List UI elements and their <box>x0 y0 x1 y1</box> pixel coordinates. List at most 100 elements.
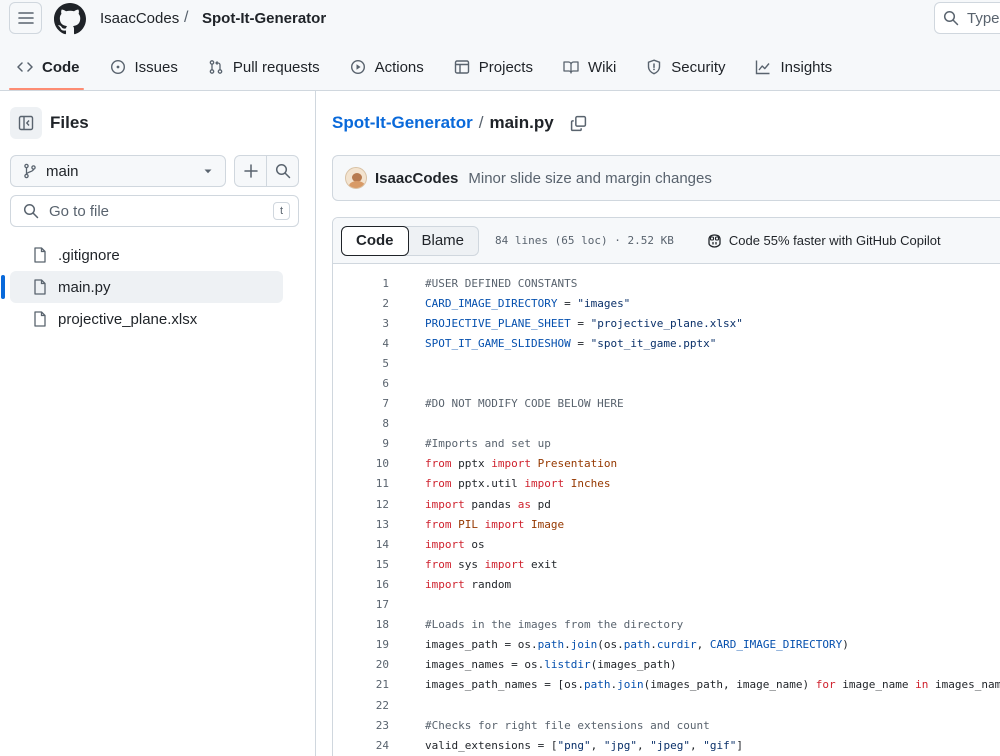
code-line[interactable]: 16 import random <box>333 574 1000 594</box>
github-logo-icon[interactable] <box>54 3 86 35</box>
go-to-file-input[interactable]: Go to file t <box>10 195 299 227</box>
code-line[interactable]: 3 PROJECTIVE_PLANE_SHEET = "projective_pl… <box>333 313 1000 333</box>
collapse-file-tree-button[interactable] <box>10 107 42 139</box>
menu-button[interactable] <box>9 2 42 34</box>
tab-label: Wiki <box>587 58 617 76</box>
code-line[interactable]: 7 #DO NOT MODIFY CODE BELOW HERE <box>333 394 1000 414</box>
code-token: "gif" <box>703 738 737 752</box>
code-line[interactable]: 17 <box>333 595 1000 615</box>
avatar[interactable] <box>345 167 367 189</box>
code-view-button[interactable]: Code <box>341 225 409 256</box>
file-tree-item-main-py[interactable]: main.py <box>1 271 283 303</box>
line-number[interactable]: 13 <box>333 518 389 531</box>
tab-pull-requests[interactable]: Pull requests <box>191 48 333 86</box>
code-line[interactable]: 12 import pandas as pd <box>333 494 1000 514</box>
code-line[interactable]: 1 #USER DEFINED CONSTANTS <box>333 273 1000 293</box>
path-separator: / <box>478 113 484 132</box>
line-number[interactable]: 16 <box>333 578 389 591</box>
line-number[interactable]: 7 <box>333 397 389 410</box>
line-number[interactable]: 11 <box>333 477 389 490</box>
code-token: , <box>689 738 704 752</box>
table-icon <box>454 60 469 74</box>
code-token: . <box>564 638 571 652</box>
line-number[interactable]: 15 <box>333 558 389 571</box>
line-number[interactable]: 6 <box>333 377 389 390</box>
tab-projects[interactable]: Projects <box>437 48 546 86</box>
line-number[interactable]: 5 <box>333 357 389 370</box>
view-mode-toggle: Code Blame <box>341 225 480 256</box>
line-number[interactable]: 23 <box>333 719 389 732</box>
line-content: import os <box>389 538 485 551</box>
code-token: pd <box>530 497 551 511</box>
code-token: "jpg" <box>603 738 637 752</box>
keyboard-shortcut-hint: t <box>273 202 290 220</box>
code-line[interactable]: 9 #Imports and set up <box>333 434 1000 454</box>
line-number[interactable]: 22 <box>333 699 389 712</box>
line-content: CARD_IMAGE_DIRECTORY = "images" <box>389 297 630 310</box>
add-file-button[interactable] <box>235 156 266 186</box>
tab-code[interactable]: Code <box>0 48 93 90</box>
code-line[interactable]: 22 <box>333 695 1000 715</box>
line-number[interactable]: 8 <box>333 417 389 430</box>
line-number[interactable]: 1 <box>333 277 389 290</box>
line-number[interactable]: 18 <box>333 618 389 631</box>
code-line[interactable]: 13 from PIL import Image <box>333 514 1000 534</box>
line-number[interactable]: 12 <box>333 498 389 511</box>
breadcrumb-owner[interactable]: IsaacCodes <box>100 10 179 27</box>
plus-icon <box>243 164 258 178</box>
tab-wiki[interactable]: Wiki <box>546 48 629 86</box>
blame-view-button[interactable]: Blame <box>408 227 479 255</box>
search-input[interactable]: Type <box>934 2 1000 34</box>
code-line[interactable]: 10 from pptx import Presentation <box>333 454 1000 474</box>
file-size-info: 84 lines (65 loc) · 2.52 KB <box>495 234 674 247</box>
branch-selector[interactable]: main <box>10 155 226 187</box>
code-line[interactable]: 6 <box>333 373 1000 393</box>
line-number[interactable]: 21 <box>333 678 389 691</box>
copy-path-button[interactable] <box>570 115 587 132</box>
code-token: = <box>570 336 591 350</box>
code-line[interactable]: 24 valid_extensions = ["png", "jpg", "jpe… <box>333 735 1000 755</box>
code-line[interactable]: 8 <box>333 414 1000 434</box>
line-content: images_names = os.listdir(images_path) <box>389 658 677 671</box>
code-token: "jpeg" <box>650 738 690 752</box>
code-line[interactable]: 15 from sys import exit <box>333 554 1000 574</box>
tab-security[interactable]: Security <box>629 48 738 86</box>
line-number[interactable]: 3 <box>333 317 389 330</box>
code-line[interactable]: 2 CARD_IMAGE_DIRECTORY = "images" <box>333 293 1000 313</box>
line-number[interactable]: 14 <box>333 538 389 551</box>
path-repo-link[interactable]: Spot-It-Generator <box>332 113 473 133</box>
code-line[interactable]: 19 images_path = os.path.join(os.path.cur… <box>333 635 1000 655</box>
code-line[interactable]: 21 images_path_names = [os.path.join(imag… <box>333 675 1000 695</box>
line-number[interactable]: 19 <box>333 638 389 651</box>
commit-author[interactable]: IsaacCodes <box>375 170 458 187</box>
code-token: , <box>696 638 710 652</box>
line-number[interactable]: 24 <box>333 739 389 752</box>
file-tree-item-gitignore[interactable]: .gitignore <box>10 239 283 271</box>
breadcrumb-repo[interactable]: Spot-It-Generator <box>202 10 326 27</box>
code-token: images_path = os. <box>425 638 538 652</box>
tab-insights[interactable]: Insights <box>738 48 845 86</box>
line-number[interactable]: 10 <box>333 457 389 470</box>
code-line[interactable]: 18 #Loads in the images from the director… <box>333 615 1000 635</box>
code-line[interactable]: 4 SPOT_IT_GAME_SLIDESHOW = "spot_it_game.… <box>333 333 1000 353</box>
code-line[interactable]: 14 import os <box>333 534 1000 554</box>
code-line[interactable]: 5 <box>333 353 1000 373</box>
tab-actions[interactable]: Actions <box>333 48 437 86</box>
tab-issues[interactable]: Issues <box>93 48 191 86</box>
code-line[interactable]: 20 images_names = os.listdir(images_path) <box>333 655 1000 675</box>
search-files-button[interactable] <box>266 156 298 186</box>
code-token: sys <box>451 557 485 571</box>
commit-message[interactable]: Minor slide size and margin changes <box>468 170 711 187</box>
copilot-promo[interactable]: Code 55% faster with GitHub Copilot <box>706 233 941 249</box>
code-line[interactable]: 23 #Checks for right file extensions and … <box>333 715 1000 735</box>
line-number[interactable]: 20 <box>333 658 389 671</box>
file-tree-item-projective-plane-xlsx[interactable]: projective_plane.xlsx <box>10 303 283 335</box>
code-line[interactable]: 11 from pptx.util import Inches <box>333 474 1000 494</box>
line-number[interactable]: 4 <box>333 337 389 350</box>
line-number[interactable]: 9 <box>333 437 389 450</box>
tab-label: Insights <box>780 58 833 76</box>
line-number[interactable]: 17 <box>333 598 389 611</box>
line-number[interactable]: 2 <box>333 297 389 310</box>
code-token: "projective_plane.xlsx" <box>590 316 743 330</box>
